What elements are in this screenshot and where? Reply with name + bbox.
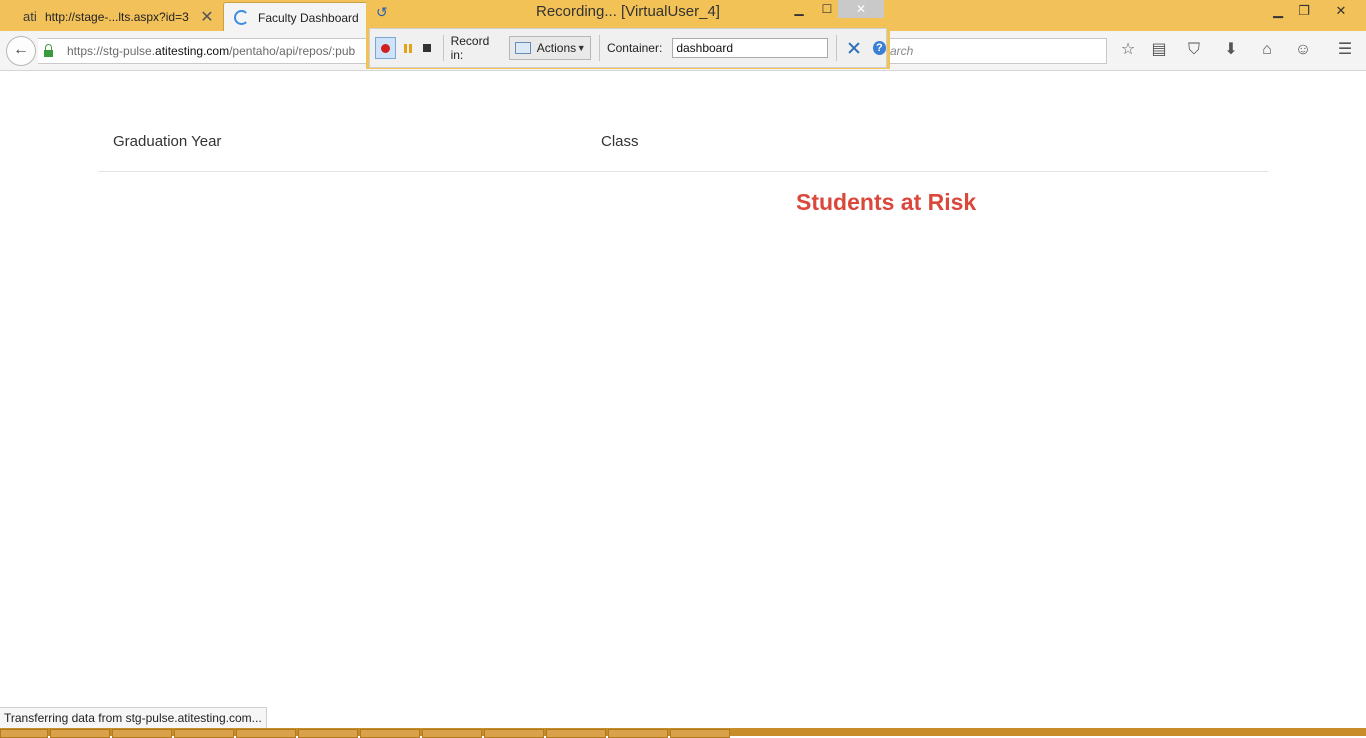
restore-window-button[interactable]: ❐ [1290,0,1318,22]
toolbar-divider [442,35,444,61]
record-in-value: Actions [536,41,577,55]
tab-faculty-dashboard[interactable]: Faculty Dashboard [223,2,375,32]
taskbar-item[interactable] [298,729,358,738]
ati-favicon: ati [23,9,37,24]
taskbar-item[interactable] [50,729,110,738]
recorder-window: ↺ Recording... [VirtualUser_4] ▁ ☐ ✕ Rec… [366,0,890,69]
taskbar-item[interactable] [112,729,172,738]
record-button[interactable] [375,37,397,59]
menu-hamburger-icon[interactable]: ☰ [1333,38,1357,62]
address-bar[interactable]: https://stg-pulse.atitesting.com/pentaho… [38,38,379,64]
toolbar-divider [598,35,600,61]
stop-button[interactable] [419,40,434,56]
pause-button[interactable] [400,40,415,56]
lock-icon [44,43,53,57]
toolbar-divider [836,35,838,61]
recorder-toolbar: Record in: Actions ▼ Container: ? [369,28,887,68]
tab-title: http://stage-...lts.aspx?id=3 [45,9,189,24]
chevron-down-icon: ▼ [576,43,586,53]
folder-icon [514,42,531,54]
stop-icon [422,44,431,52]
tab-stage-results[interactable]: ati http://stage-...lts.aspx?id=3 ✕ [16,2,222,31]
taskbar-item[interactable] [546,729,606,738]
minimize-window-button[interactable]: ▁ [1264,0,1292,22]
taskbar-item[interactable] [422,729,482,738]
close-window-button[interactable]: ✕ [1318,0,1364,22]
recorder-maximize-button[interactable]: ☐ [818,0,836,18]
record-in-select[interactable]: Actions ▼ [508,36,591,60]
collapse-icon[interactable] [847,41,860,55]
taskbar-item[interactable] [174,729,234,738]
chat-icon[interactable]: ☺ [1291,38,1315,62]
class-filter-label[interactable]: Class [601,133,639,150]
container-input[interactable] [672,38,829,58]
recorder-close-button[interactable]: ✕ [838,0,884,18]
bookmark-star-icon[interactable]: ☆ [1116,38,1140,62]
help-icon[interactable]: ? [872,41,886,55]
reading-list-icon[interactable]: ▤ [1147,38,1171,62]
back-button[interactable]: ← [6,36,36,66]
recorder-minimize-button[interactable]: ▁ [790,0,808,18]
graduation-year-filter-label[interactable]: Graduation Year [113,133,221,150]
close-tab-icon[interactable]: ✕ [199,7,215,27]
students-at-risk-title: Students at Risk [796,189,977,215]
record-in-label: Record in: [450,34,490,62]
taskbar [0,728,1366,738]
filter-divider [98,171,1268,172]
status-bar: Transferring data from stg-pulse.atitest… [0,707,267,730]
search-input[interactable]: arch [870,38,1107,64]
download-icon[interactable]: ⬇ [1219,38,1243,62]
loading-spinner-icon [234,10,249,25]
tab-title: Faculty Dashboard [258,10,359,25]
recorder-title: Recording... [VirtualUser_4] [536,3,720,20]
taskbar-item[interactable] [360,729,420,738]
taskbar-item[interactable] [0,729,48,738]
pocket-icon[interactable]: ⛉ [1182,38,1206,62]
taskbar-item[interactable] [484,729,544,738]
record-icon [381,43,391,53]
url-text: https://stg-pulse.atitesting.com/pentaho… [67,44,356,58]
container-label: Container: [606,41,663,55]
taskbar-item[interactable] [670,729,730,738]
taskbar-item[interactable] [236,729,296,738]
home-icon[interactable]: ⌂ [1255,38,1279,62]
taskbar-item[interactable] [608,729,668,738]
